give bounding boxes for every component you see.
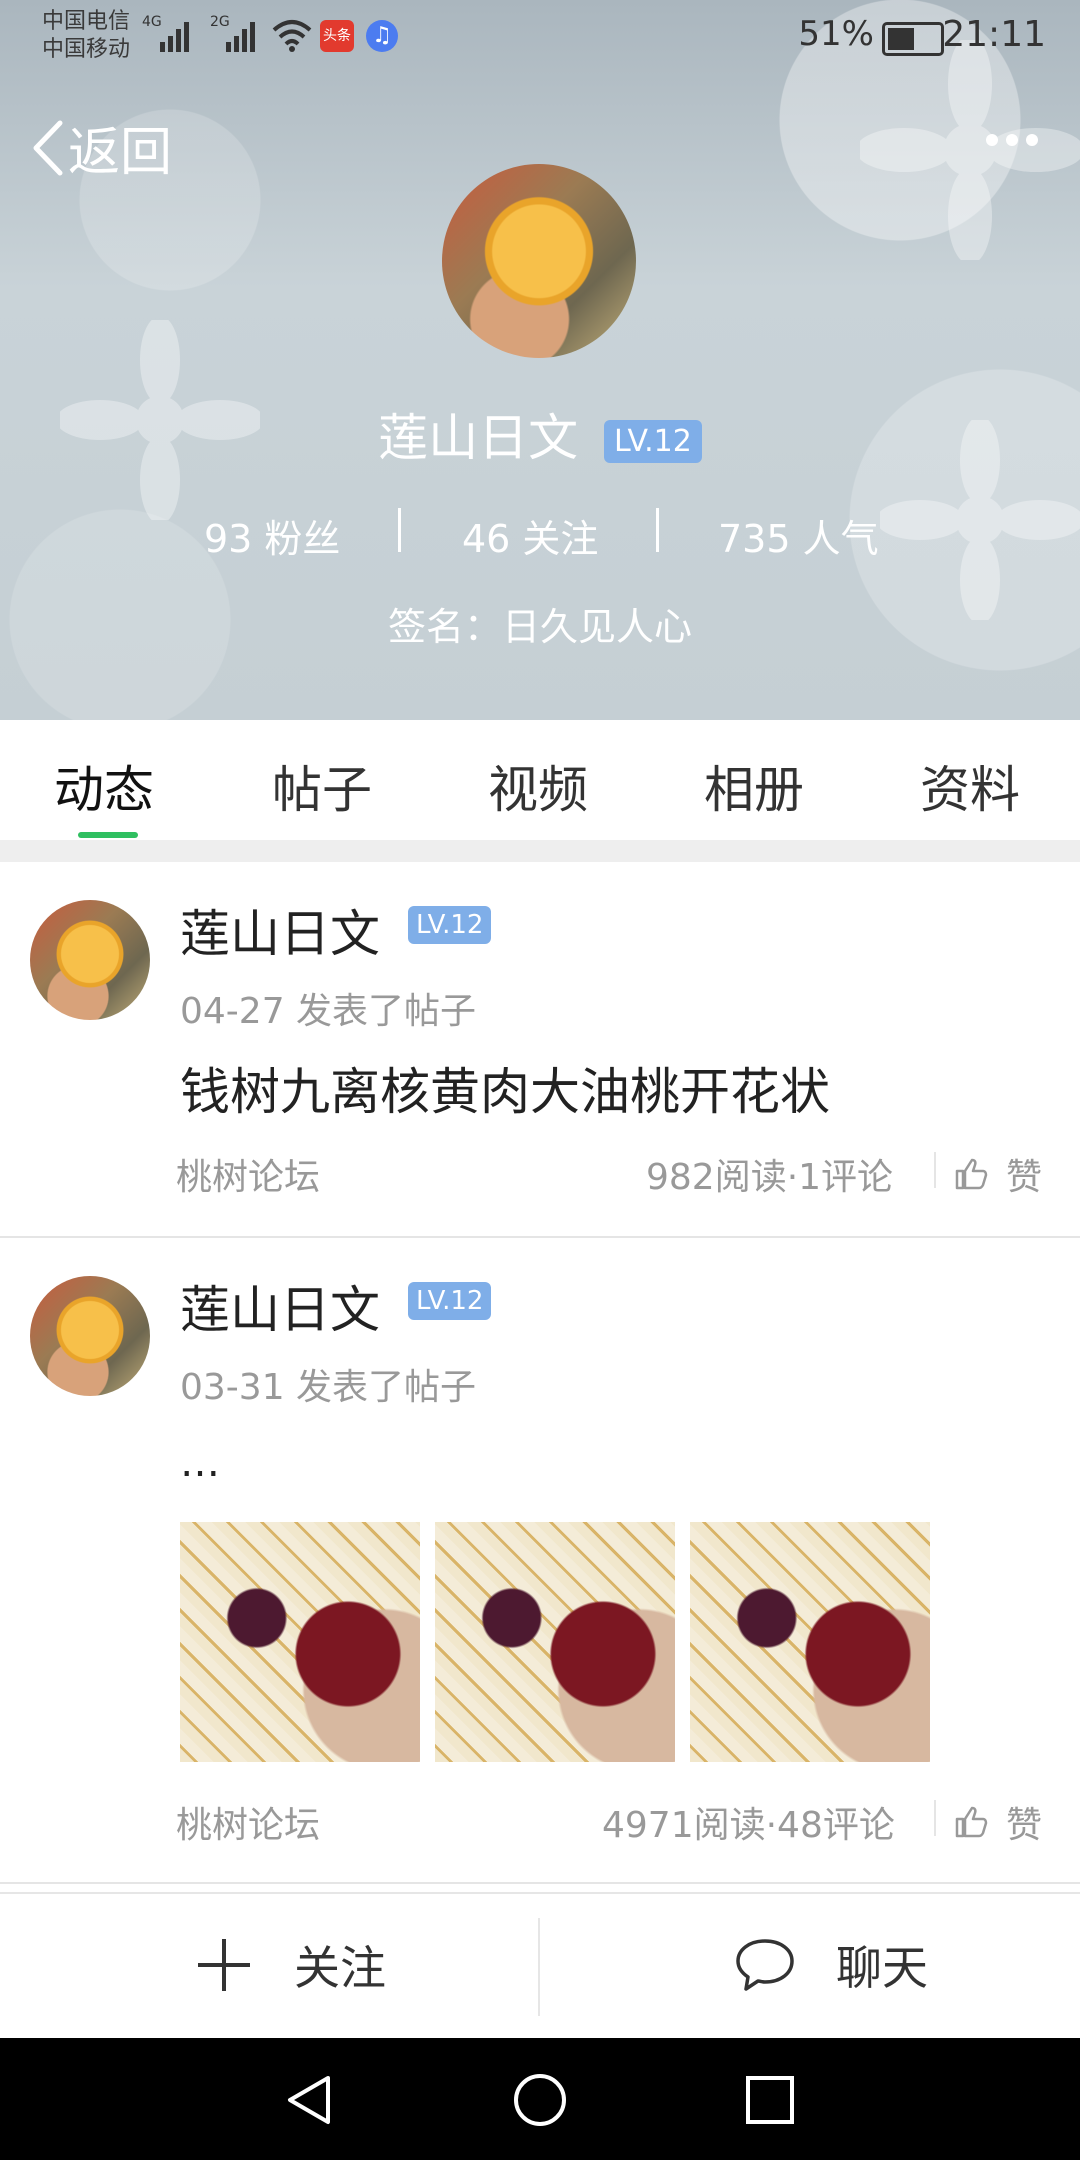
stat-divider — [656, 508, 659, 552]
footer-divider — [934, 1152, 936, 1188]
carrier-info: 中国电信 中国移动 — [42, 8, 130, 64]
battery-percent: 51% — [798, 14, 874, 54]
post-divider — [0, 1236, 1080, 1238]
thumbs-up-icon — [955, 1158, 988, 1190]
more-options-icon[interactable] — [984, 130, 1040, 150]
profile-name: 莲山日文 — [378, 409, 579, 467]
system-navigation-bar — [0, 2038, 1080, 2160]
carrier-2: 中国移动 — [42, 37, 131, 62]
net-type-1: 4G — [142, 14, 162, 30]
profile-name-row: 莲山日文 LV.12 — [0, 398, 1080, 470]
chevron-left-icon — [33, 120, 63, 175]
stat-divider — [398, 508, 401, 552]
battery-icon — [882, 22, 944, 56]
like-button[interactable]: 赞 — [954, 1796, 1042, 1848]
chat-button[interactable]: 聊天 — [734, 1932, 928, 1998]
tab-posts[interactable]: 帖子 — [272, 750, 372, 822]
back-button[interactable]: 返回 — [30, 110, 172, 185]
signature: 签名：日久见人心 — [387, 605, 692, 649]
follow-button[interactable]: 关注 — [196, 1932, 386, 1998]
bar-divider — [538, 1918, 540, 2016]
post-user-name[interactable]: 莲山日文 — [180, 894, 380, 966]
post-avatar[interactable] — [30, 900, 150, 1020]
follow-label: 关注 — [294, 1941, 386, 1995]
post-date-action: 04-27 发表了帖子 — [180, 991, 477, 1032]
level-badge: LV.12 — [408, 1282, 492, 1320]
carrier-1: 中国电信 — [42, 9, 131, 34]
post-image-3[interactable] — [690, 1522, 930, 1762]
post-forum[interactable]: 桃树论坛 — [176, 1148, 320, 1200]
post-title[interactable]: … — [180, 1440, 220, 1486]
section-gap — [0, 840, 1080, 862]
post-date-action: 03-31 发表了帖子 — [180, 1367, 477, 1408]
post-stats: 982阅读·1评论 — [646, 1157, 894, 1198]
wifi-icon — [272, 20, 312, 52]
like-label: 赞 — [1006, 1157, 1043, 1198]
profile-header: 中国电信 中国移动 4G 2G 头条 ♫ 51% 21:11 返回 莲山日文 L… — [0, 0, 1080, 720]
signal-icon — [160, 22, 189, 52]
clock: 21:11 — [942, 14, 1046, 55]
tab-videos[interactable]: 视频 — [488, 750, 588, 822]
tab-dynamics[interactable]: 动态 — [54, 750, 154, 822]
like-button[interactable]: 赞 — [954, 1148, 1042, 1200]
profile-tabs: 动态 帖子 视频 相册 资料 — [0, 720, 1080, 840]
post-image-2[interactable] — [435, 1522, 675, 1762]
level-badge: LV.12 — [604, 420, 702, 463]
flower-decoration-icon — [860, 40, 1080, 260]
active-tab-indicator — [78, 832, 138, 838]
music-app-icon: ♫ — [366, 20, 398, 52]
post-image-1[interactable] — [180, 1522, 420, 1762]
fans-count[interactable]: 93 粉丝 — [204, 508, 340, 563]
following-count[interactable]: 46 关注 — [462, 508, 598, 563]
post-user-name[interactable]: 莲山日文 — [180, 1270, 380, 1342]
tab-profile-info[interactable]: 资料 — [920, 750, 1020, 822]
plus-icon — [198, 1939, 250, 1991]
popularity-count: 735 人气 — [718, 517, 879, 561]
chat-label: 聊天 — [836, 1941, 928, 1995]
nav-recents-icon[interactable] — [744, 2074, 796, 2126]
post-divider — [0, 1882, 1080, 1884]
back-label: 返回 — [68, 123, 173, 183]
nav-back-icon[interactable] — [282, 2072, 336, 2128]
post-title[interactable]: 钱树九离核黄肉大油桃开花状 — [180, 1052, 830, 1124]
post-forum[interactable]: 桃树论坛 — [176, 1796, 320, 1848]
bottom-action-bar: 关注 聊天 — [0, 1892, 1080, 2040]
post-stats: 4971阅读·48评论 — [602, 1805, 895, 1846]
tab-album[interactable]: 相册 — [704, 750, 804, 822]
signal-icon — [226, 22, 255, 52]
like-label: 赞 — [1006, 1805, 1043, 1846]
post-avatar[interactable] — [30, 1276, 150, 1396]
footer-divider — [934, 1800, 936, 1836]
profile-avatar[interactable] — [442, 164, 636, 358]
chat-bubble-icon — [736, 1939, 794, 1991]
thumbs-up-icon — [955, 1806, 988, 1838]
toutiao-app-icon: 头条 — [320, 20, 354, 52]
nav-home-icon[interactable] — [512, 2072, 568, 2128]
level-badge: LV.12 — [408, 906, 492, 944]
